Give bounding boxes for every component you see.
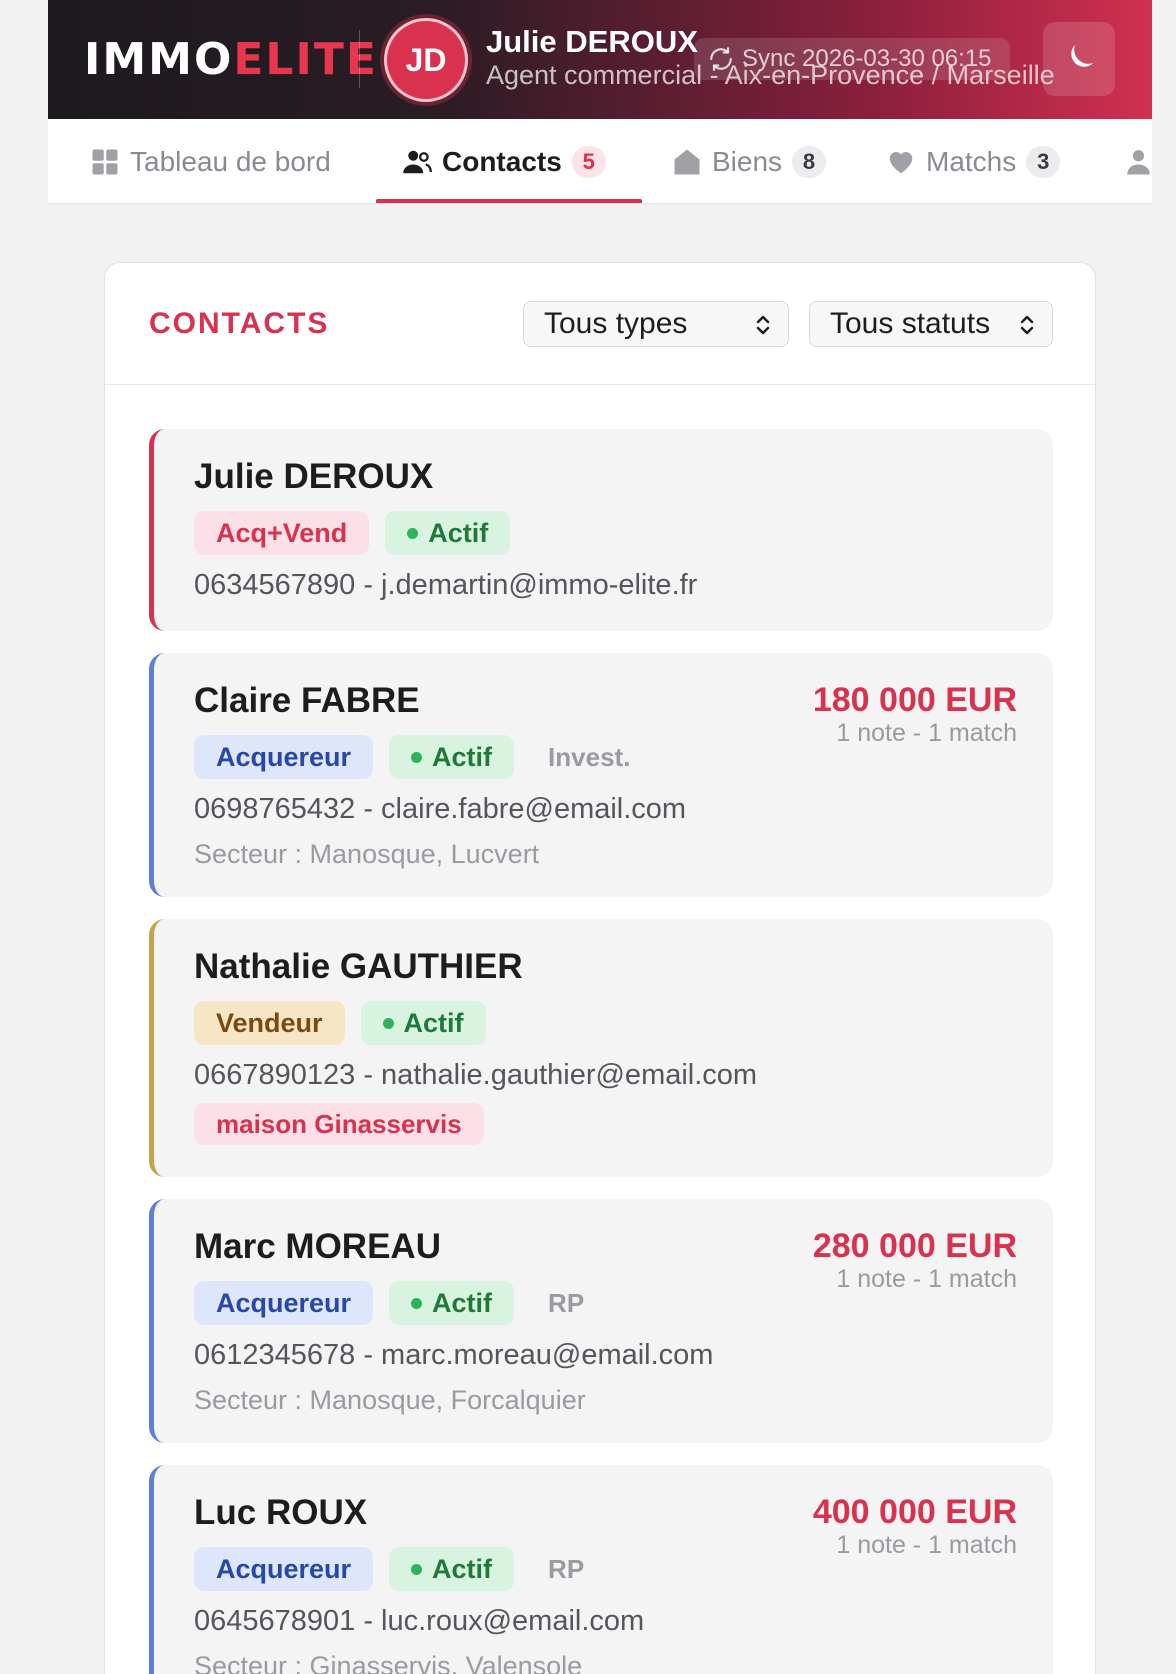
tab-label: Contacts xyxy=(442,145,562,177)
contact-name: Nathalie GAUTHIER xyxy=(194,947,523,986)
contact-badges: Acq+Vend Actif xyxy=(194,511,511,555)
status-badge: Actif xyxy=(389,735,515,779)
budget-amount: 180 000 EUR xyxy=(812,681,1017,719)
tab-biens[interactable]: Biens 8 xyxy=(672,119,827,203)
sync-status[interactable]: Sync 2026-03-30 06:15 xyxy=(694,38,1010,80)
user-icon xyxy=(1127,149,1150,174)
status-dot xyxy=(411,1297,423,1309)
avatar[interactable]: JD xyxy=(384,18,468,102)
tab-users[interactable] xyxy=(1126,119,1152,203)
type-badge: Acquereur xyxy=(194,1281,374,1325)
brand-logo[interactable]: IMMOELITE xyxy=(84,34,378,85)
contact-meta: 1 note - 1 match xyxy=(836,1531,1017,1559)
project-tag: Invest. xyxy=(548,741,631,772)
contact-details: 0667890123 - nathalie.gauthier@email.com xyxy=(194,1059,758,1091)
contact-badges: Acquereur Actif RP xyxy=(194,1281,584,1325)
contact-badges: Vendeur Actif xyxy=(194,1001,486,1045)
sync-label: Sync 2026-03-30 06:15 xyxy=(742,45,992,72)
panel-title: CONTACTS xyxy=(149,307,330,340)
tab-count-badge: 3 xyxy=(1026,145,1061,178)
tab-dashboard[interactable]: Tableau de bord xyxy=(90,119,331,203)
type-badge: Vendeur xyxy=(194,1001,345,1045)
status-badge: Actif xyxy=(385,511,511,555)
status-filter-value: Tous statuts xyxy=(830,307,991,340)
heart-icon xyxy=(889,151,913,173)
chevron-updown-icon xyxy=(756,315,770,335)
status-dot xyxy=(382,1017,394,1029)
app-shell: IMMOELITE JD Julie DEROUX Agent commerci… xyxy=(48,0,1152,204)
type-badge: Acquereur xyxy=(194,735,374,779)
contact-details: 0698765432 - claire.fabre@email.com xyxy=(194,793,687,825)
type-filter-select[interactable]: Tous types xyxy=(523,301,789,347)
contact-name: Julie DEROUX xyxy=(194,457,434,496)
house-icon xyxy=(674,149,700,174)
status-dot xyxy=(411,1563,423,1575)
contact-meta: 1 note - 1 match xyxy=(836,719,1017,747)
type-filter-value: Tous types xyxy=(544,307,688,340)
contact-card[interactable]: Julie DEROUX Acq+Vend Actif 0634567890 -… xyxy=(149,429,1053,631)
contact-details: 0612345678 - marc.moreau@email.com xyxy=(194,1339,714,1371)
status-badge: Actif xyxy=(360,1001,486,1045)
moon-icon xyxy=(1071,44,1094,67)
status-badge: Actif xyxy=(389,1547,515,1591)
theme-toggle-button[interactable] xyxy=(1043,22,1115,96)
tab-matchs[interactable]: Matchs 3 xyxy=(886,119,1061,203)
status-badge: Actif xyxy=(389,1281,515,1325)
dashboard-icon xyxy=(92,149,118,174)
property-chip[interactable]: maison Ginasservis xyxy=(194,1103,484,1145)
active-tab-indicator xyxy=(376,199,642,203)
main-nav: Tableau de bord Contacts 5 Biens 8 Match… xyxy=(48,119,1152,204)
status-dot xyxy=(411,751,423,763)
app-header: IMMOELITE JD Julie DEROUX Agent commerci… xyxy=(48,0,1152,119)
status-dot xyxy=(407,527,419,539)
project-tag: RP xyxy=(548,1553,585,1584)
contact-name: Marc MOREAU xyxy=(194,1227,441,1266)
refresh-icon xyxy=(710,47,732,71)
contact-meta: 1 note - 1 match xyxy=(836,1265,1017,1293)
contact-card[interactable]: Marc MOREAU 280 000 EUR 1 note - 1 match… xyxy=(149,1199,1053,1443)
contact-badges: Acquereur Actif Invest. xyxy=(194,735,630,779)
tab-count-badge: 5 xyxy=(571,145,606,178)
contact-card[interactable]: Nathalie GAUTHIER Vendeur Actif 06678901… xyxy=(149,919,1053,1177)
chevron-updown-icon xyxy=(1020,315,1034,335)
contact-sector: Secteur : Ginasservis, Valensole xyxy=(194,1651,583,1674)
contacts-panel: CONTACTS Tous types Tous statuts Julie D… xyxy=(104,262,1096,1674)
users-icon xyxy=(403,150,432,173)
contact-details: 0634567890 - j.demartin@immo-elite.fr xyxy=(194,569,698,601)
contact-details: 0645678901 - luc.roux@email.com xyxy=(194,1605,645,1637)
contact-name: Luc ROUX xyxy=(194,1493,368,1532)
contact-sector: Secteur : Manosque, Lucvert xyxy=(194,839,540,869)
type-badge: Acquereur xyxy=(194,1547,374,1591)
tab-label: Matchs xyxy=(926,145,1017,177)
contact-sector: Secteur : Manosque, Forcalquier xyxy=(194,1385,586,1415)
project-tag: RP xyxy=(548,1287,585,1318)
panel-header: CONTACTS Tous types Tous statuts xyxy=(105,263,1095,385)
budget-amount: 400 000 EUR xyxy=(812,1493,1017,1531)
status-filter-select[interactable]: Tous statuts xyxy=(809,301,1053,347)
tab-contacts[interactable]: Contacts 5 xyxy=(402,119,606,203)
contact-card[interactable]: Luc ROUX 400 000 EUR 1 note - 1 match Ac… xyxy=(149,1465,1053,1674)
tab-label: Biens xyxy=(712,145,783,177)
tab-label: Tableau de bord xyxy=(130,145,331,177)
tab-count-badge: 8 xyxy=(792,145,827,178)
contact-badges: Acquereur Actif RP xyxy=(194,1547,584,1591)
header-divider xyxy=(359,30,360,88)
user-name: Julie DEROUX xyxy=(486,24,698,59)
contact-card[interactable]: Claire FABRE 180 000 EUR 1 note - 1 matc… xyxy=(149,653,1053,897)
contact-name: Claire FABRE xyxy=(194,681,420,720)
budget-amount: 280 000 EUR xyxy=(812,1227,1017,1265)
type-badge: Acq+Vend xyxy=(194,511,370,555)
